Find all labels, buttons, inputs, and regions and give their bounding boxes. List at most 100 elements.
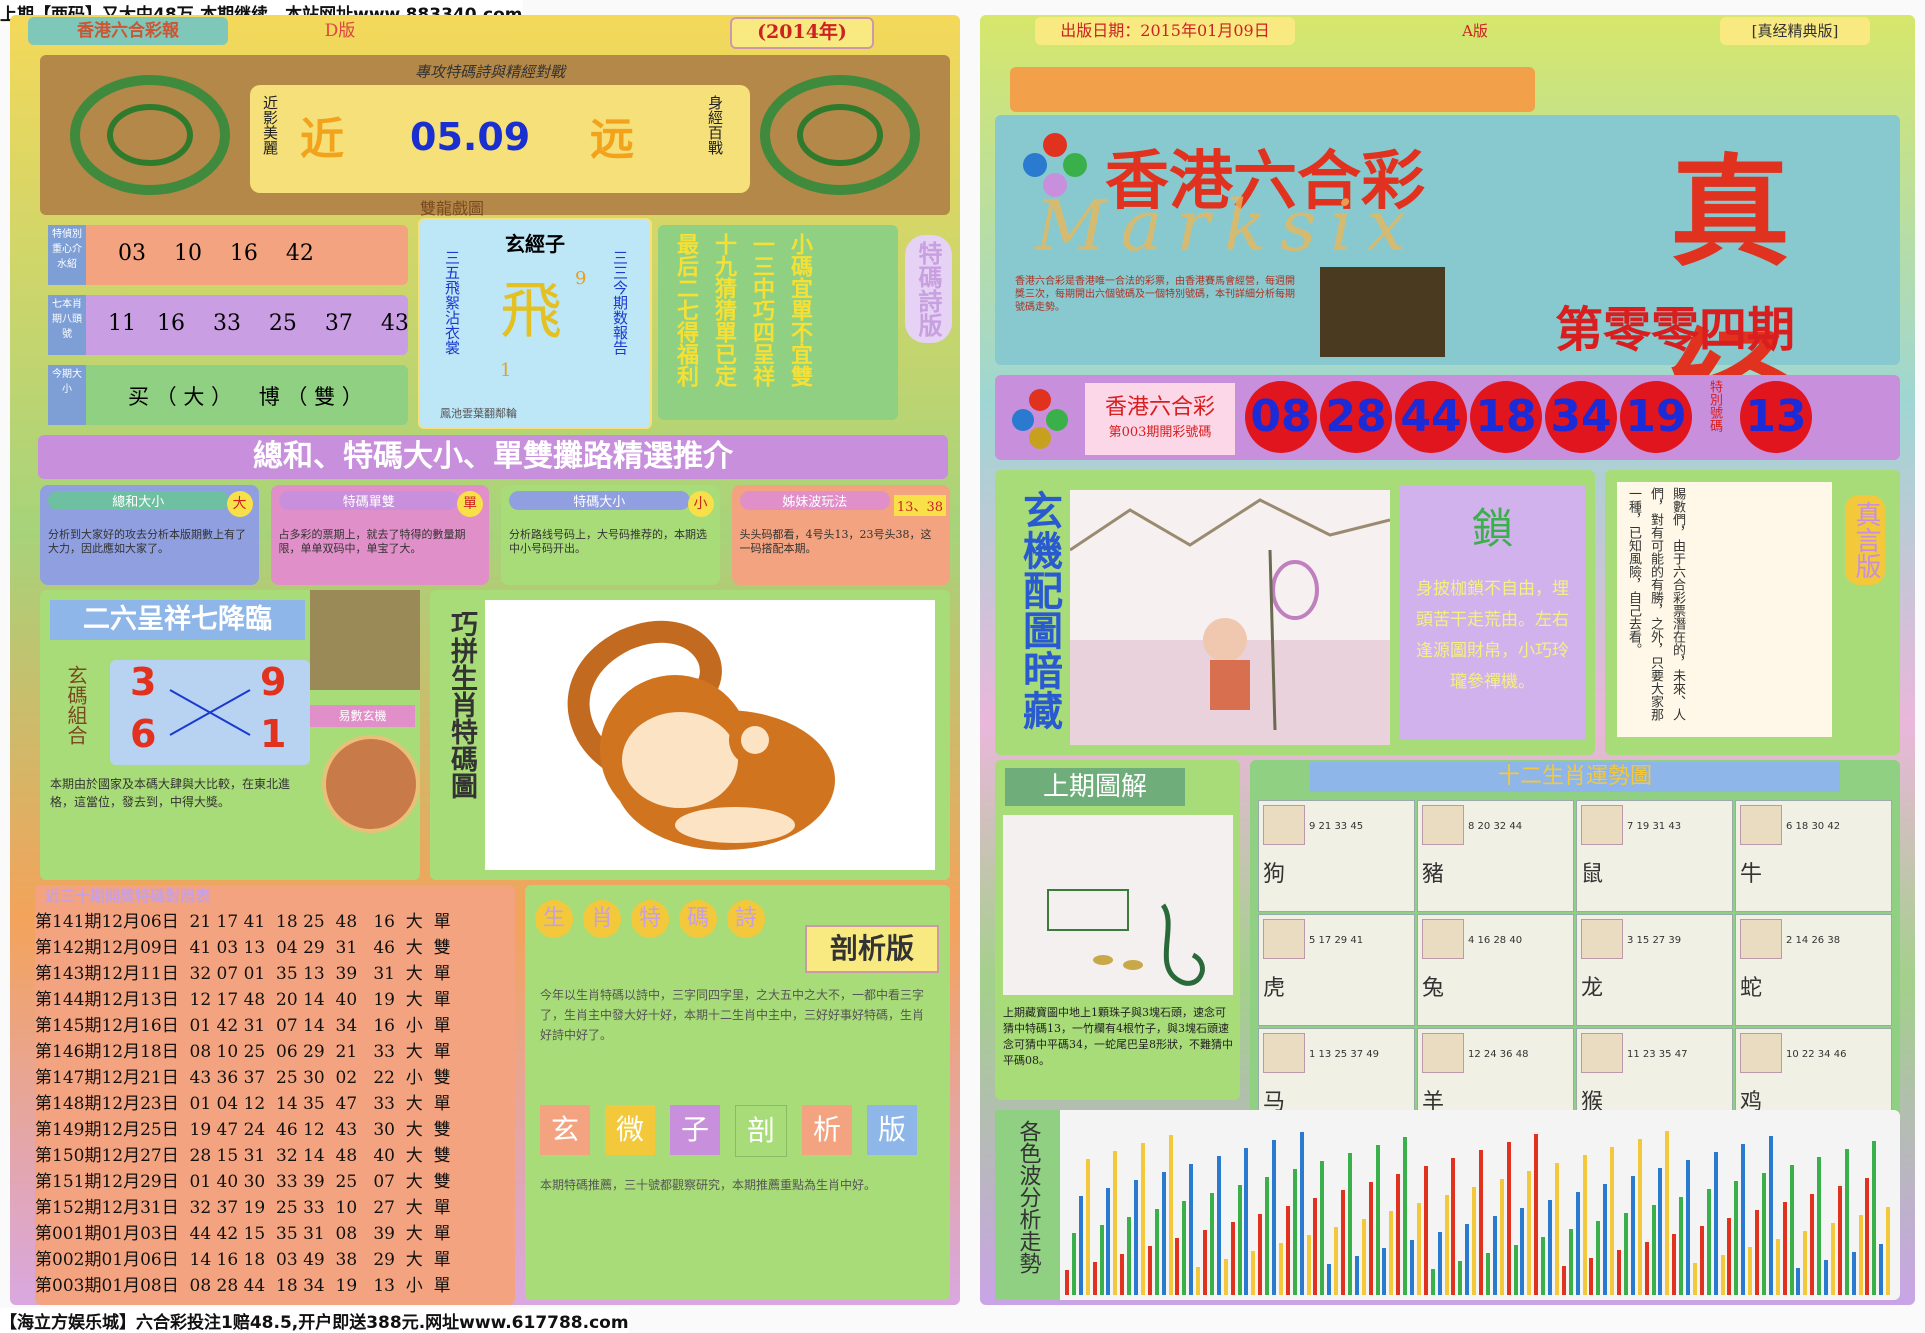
wave-bar xyxy=(1444,1195,1449,1295)
xuanjing-right: 三三今期数報告 xyxy=(611,250,629,355)
analysis-tags: 生 肖 特 碼 詩 xyxy=(535,900,765,938)
zhenyan-block: 賜數們，由于六合彩票潛在的，未來、人們，對有可能的有勝，之外，只要大家那一種，已… xyxy=(1605,470,1900,755)
row-recommend: 特偵別重心介水紹 03 10 16 42 xyxy=(48,225,408,285)
zodiac-name: 豬 xyxy=(1422,862,1445,887)
wave-bar xyxy=(1534,1134,1539,1295)
lock-picture xyxy=(1069,490,1391,745)
wave-bar xyxy=(1278,1243,1283,1295)
wave-bar xyxy=(1630,1176,1635,1295)
wave-bar xyxy=(1830,1223,1835,1295)
zodiac-cell: 9 21 33 45 狗 xyxy=(1258,800,1415,912)
wave-bar xyxy=(1720,1255,1725,1295)
bagua-icon xyxy=(322,735,420,833)
tip-title: 特碼大小 xyxy=(509,491,690,510)
wave-bar xyxy=(1092,1262,1097,1295)
wave-bar xyxy=(1451,1158,1456,1295)
zodiac-numbers: 11 23 35 47 xyxy=(1627,1049,1688,1060)
wave-bar xyxy=(1568,1229,1573,1295)
tag: 詩 xyxy=(727,900,765,938)
wave-bar xyxy=(1299,1132,1304,1295)
wave-bar xyxy=(1065,1270,1069,1295)
zodiac-animal-icon xyxy=(1263,919,1305,959)
wave-bar xyxy=(1361,1219,1366,1295)
zodiac-numbers: 10 22 34 46 xyxy=(1786,1049,1847,1060)
xuanwei-char: 剖 xyxy=(735,1105,787,1157)
wave-bar xyxy=(1886,1207,1891,1295)
zodiac-name: 牛 xyxy=(1740,862,1763,887)
wave-bar xyxy=(1810,1194,1815,1295)
cross-block: 二六呈祥七降臨 玄碼組合 3 9 6 1 易數玄機 本期由於國家及本碼大肆與大比… xyxy=(40,590,420,880)
edition-label: D版 xyxy=(324,21,356,41)
result-ball: 28 xyxy=(1320,381,1392,453)
wave-bar xyxy=(1541,1237,1546,1295)
results-label: 香港六合彩 第003期開彩號碼 xyxy=(1085,383,1235,455)
zodiac-animal-icon xyxy=(1422,1033,1464,1073)
table-row: 第146期12月18日 08 10 25 06 29 21 33 大 單 xyxy=(35,1042,451,1062)
wave-bar xyxy=(1272,1140,1276,1295)
cross-box: 3 9 6 1 xyxy=(110,660,310,765)
results-label2: 第003期開彩號碼 xyxy=(1108,425,1212,440)
wave-bar xyxy=(1879,1244,1884,1295)
row3-text: 买 （ 大 ） 博 （ 雙 ） xyxy=(128,385,363,409)
wave-bar xyxy=(1775,1239,1780,1295)
table-row: 第142期12月09日 41 03 13 04 29 31 46 大 雙 xyxy=(35,938,451,958)
xuanjing-char: 飛 xyxy=(500,274,563,347)
table-row: 第002期01月06日 14 16 18 03 49 38 29 大 單 xyxy=(35,1250,451,1270)
heading-26: 二六呈祥七降臨 xyxy=(50,600,305,640)
tip-card: 姊妹波玩法 13、38 头头码都看，4号头13，23号头38，这一码搭配本期。 xyxy=(731,485,950,585)
dragon-carving-image xyxy=(310,590,420,690)
tip-badge: 13、38 xyxy=(893,495,946,516)
wave-bar xyxy=(1085,1159,1090,1295)
last-text: 上期藏寶圖中地上1顆珠子與3塊石頭，速念可猜中特碼13，一竹欄有4根竹子，與3塊… xyxy=(1003,1006,1233,1067)
scroll-title: 專攻特碼詩與精經對戰 xyxy=(414,63,565,81)
wave-bar xyxy=(1237,1185,1242,1295)
wave-bar xyxy=(1610,1147,1615,1295)
tip-badge: 小 xyxy=(687,491,714,517)
qiaopin-block: 巧拼生肖特碼圖 xyxy=(430,590,950,880)
poem-tag: 特碼詩版 xyxy=(905,235,952,343)
wave-bar xyxy=(1285,1206,1290,1295)
wave-bar xyxy=(1196,1267,1201,1295)
wave-bar xyxy=(1175,1238,1180,1295)
wave-bar xyxy=(1223,1259,1228,1295)
zodiac-name: 兔 xyxy=(1422,976,1445,1001)
table-row: 第001期01月03日 44 42 15 35 31 08 39 大 單 xyxy=(35,1224,451,1244)
wave-bar xyxy=(1127,1217,1132,1295)
wave-bar xyxy=(1672,1234,1677,1295)
wave-bar xyxy=(1479,1150,1483,1295)
tip-body: 占多彩的票期上，就去了特得的數量期限，单单双码中，单宝了大。 xyxy=(278,528,466,555)
zodiac-title: 十二生肖運勢圖 xyxy=(1310,762,1840,792)
result-ball: 44 xyxy=(1395,381,1467,453)
wave-bar xyxy=(1292,1169,1297,1295)
wave-bar xyxy=(1824,1260,1828,1295)
results-bar: 香港六合彩 第003期開彩號碼 08 28 44 18 34 19 特別號碼 1… xyxy=(995,375,1900,460)
poem-line-4: 最后二七得福利 xyxy=(673,233,699,387)
wave-bar xyxy=(1182,1201,1187,1295)
summary-title: 總和、特碼大小、單雙攤路精選推介 xyxy=(38,435,948,479)
last-title: 上期圖解 xyxy=(1005,768,1185,806)
qiaopin-title: 巧拼生肖特碼圖 xyxy=(446,610,477,799)
monkey-icon xyxy=(567,620,835,850)
table-row: 第141期12月06日 21 17 41 18 25 48 16 大 單 xyxy=(35,912,451,932)
wave-bar xyxy=(1796,1268,1801,1295)
wave-bar xyxy=(1423,1166,1428,1295)
zodiac-animal-icon xyxy=(1740,805,1782,845)
wave-bar xyxy=(1499,1179,1504,1295)
row1-label: 特偵別重心介水紹 xyxy=(48,225,86,285)
zodiac-animal-icon xyxy=(1263,1033,1305,1073)
zhenyan-text-box: 賜數們，由于六合彩票潛在的，未來、人們，對有可能的有勝，之外，只要大家那一種，已… xyxy=(1617,482,1832,737)
row3-label: 今期大小 xyxy=(48,365,86,425)
wave-bar xyxy=(1803,1231,1808,1295)
cross-text: 本期由於國家及本碼大肆與大比較，在東北進格，這當位，發去到，中得大獎。 xyxy=(50,777,291,809)
bottom-banner[interactable]: 【海立方娱乐城】六合彩投注1赔48.5,开户即送388元.网址www.61778… xyxy=(0,1308,629,1333)
wave-bar xyxy=(1071,1233,1076,1295)
zodiac-name: 虎 xyxy=(1263,976,1286,1001)
wave-bar xyxy=(1706,1189,1711,1295)
wave-bar xyxy=(1375,1145,1380,1295)
table-row: 第148期12月23日 01 04 12 14 35 47 33 大 單 xyxy=(35,1094,451,1114)
title-block: 香港六合彩 Marksix 真经 香港六合彩是香港唯一合法的彩票，由香港賽馬會經… xyxy=(995,115,1900,457)
result-ball: 18 xyxy=(1470,381,1542,453)
tip-badge: 大 xyxy=(226,491,253,517)
row-eight: 七本肖期八頭號 11 16 33 25 37 43 xyxy=(48,295,409,355)
tag: 碼 xyxy=(679,900,717,938)
